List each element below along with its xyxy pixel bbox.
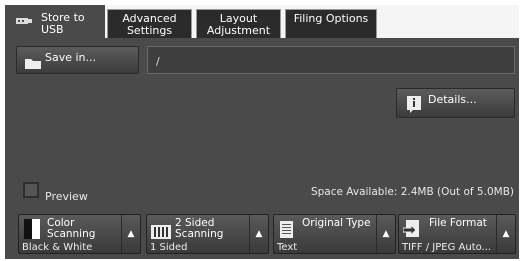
two-sided-arrow-icon[interactable]: ▲ xyxy=(249,215,268,253)
tab-layout-line2: Adjustment xyxy=(206,24,271,37)
color-scan-icon xyxy=(24,219,40,239)
save-path-field[interactable]: / xyxy=(147,46,515,74)
details-button[interactable]: Details... xyxy=(396,88,515,118)
main-panel: Save in... / Details... Preview Space Av… xyxy=(5,38,519,259)
file-format-icon xyxy=(403,220,419,237)
tab-advanced-line2: Settings xyxy=(126,24,173,37)
info-icon xyxy=(407,96,421,113)
save-in-label: Save in... xyxy=(45,51,97,64)
usb-icon xyxy=(16,18,32,24)
space-available-text: Space Available: 2.4MB (Out of 5.0MB) xyxy=(310,186,514,198)
save-path-value: / xyxy=(156,55,160,68)
two-sided-value: 1 Sided xyxy=(150,242,188,253)
two-sided-scanning-button[interactable]: 2 Sided Scanning 1 Sided ▲ xyxy=(146,214,269,254)
preview-label: Preview xyxy=(45,190,88,203)
folder-icon xyxy=(25,59,41,69)
tab-layout-adjustment[interactable]: Layout Adjustment xyxy=(196,9,281,38)
tab-filing-line1: Filing Options xyxy=(293,12,369,25)
file-format-value: TIFF / JPEG Auto... xyxy=(402,242,492,253)
two-sided-title2: Scanning xyxy=(175,228,224,240)
original-type-title: Original Type xyxy=(302,217,371,229)
original-type-value: Text xyxy=(277,242,298,253)
original-type-button[interactable]: Original Type Text ▲ xyxy=(273,214,396,254)
color-scanning-value: Black & White xyxy=(22,242,93,253)
document-icon xyxy=(280,221,293,238)
store-to-usb-screen: Store to USB Advanced Settings Layout Ad… xyxy=(5,5,519,259)
color-scanning-arrow-icon[interactable]: ▲ xyxy=(121,215,140,253)
tab-store-to-usb[interactable]: Store to USB xyxy=(5,5,105,38)
color-scanning-title2: Scanning xyxy=(47,228,96,240)
file-format-title: File Format xyxy=(429,217,487,229)
file-format-button[interactable]: File Format TIFF / JPEG Auto... ▲ xyxy=(398,214,516,254)
details-label: Details... xyxy=(428,93,477,106)
tab-layout-line1: Layout xyxy=(219,12,258,25)
two-sided-icon xyxy=(151,225,171,239)
tab-advanced-settings[interactable]: Advanced Settings xyxy=(107,9,192,38)
save-in-button[interactable]: Save in... xyxy=(16,46,139,74)
tab-advanced-line1: Advanced xyxy=(122,12,177,25)
file-format-arrow-icon[interactable]: ▲ xyxy=(496,215,515,253)
tab-bar: Store to USB Advanced Settings Layout Ad… xyxy=(5,5,519,38)
color-scanning-button[interactable]: Color Scanning Black & White ▲ xyxy=(18,214,141,254)
original-type-arrow-icon[interactable]: ▲ xyxy=(376,215,395,253)
tab-store-to-usb-line2: USB xyxy=(41,23,64,36)
tab-filing-options[interactable]: Filing Options xyxy=(285,9,377,38)
preview-checkbox[interactable] xyxy=(23,182,39,198)
